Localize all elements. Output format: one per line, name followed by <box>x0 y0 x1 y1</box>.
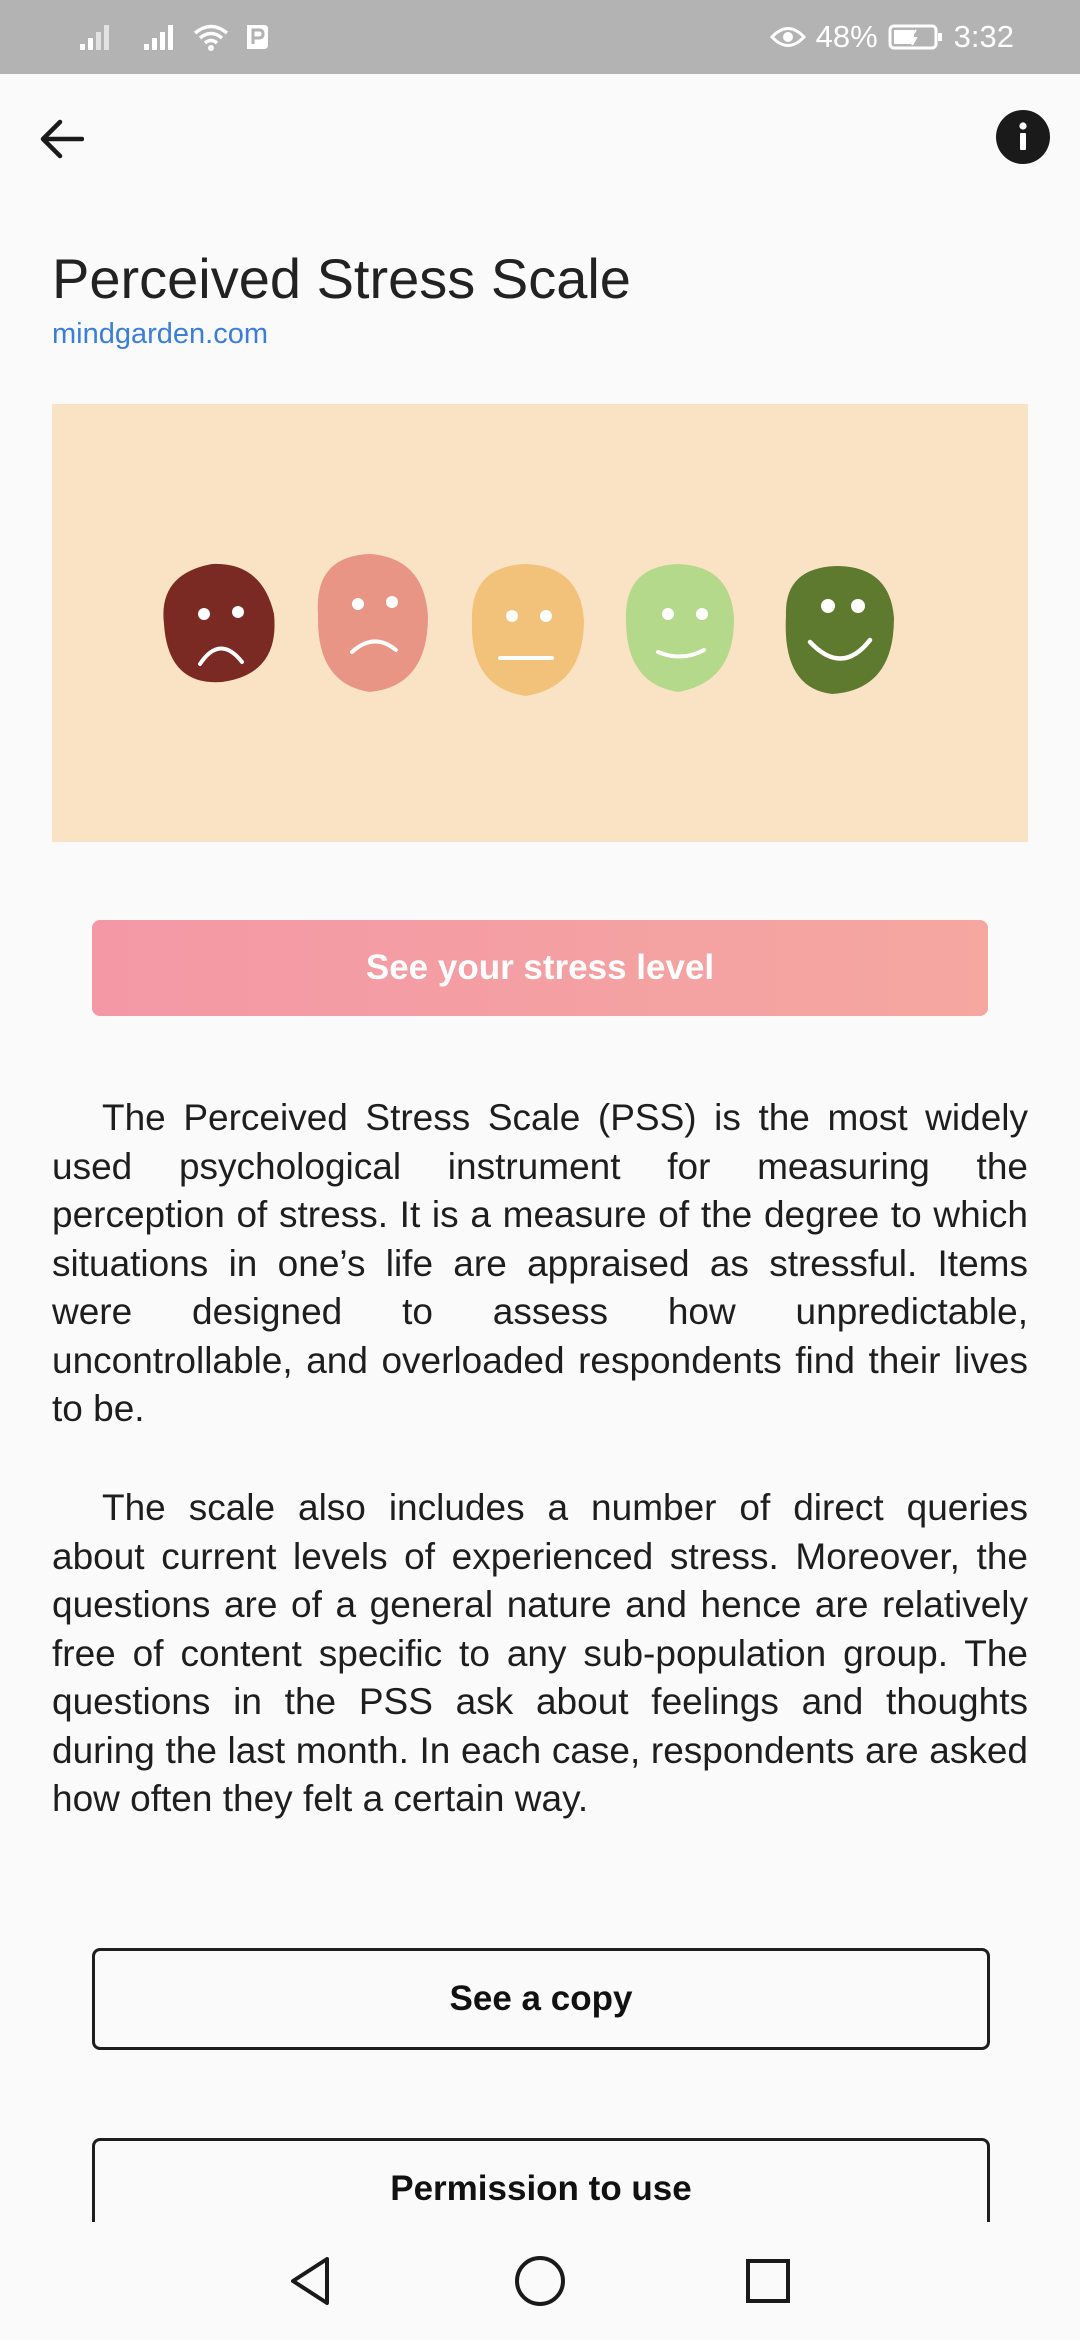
parking-icon <box>247 25 268 49</box>
nav-home-button[interactable] <box>480 2222 600 2340</box>
back-button[interactable] <box>26 104 96 174</box>
battery-icon <box>888 24 942 50</box>
wifi-icon <box>193 24 229 51</box>
see-copy-button[interactable]: See a copy <box>92 1948 990 2050</box>
nav-back-button[interactable] <box>250 2222 370 2340</box>
clock: 3:32 <box>953 19 1014 54</box>
status-left-icons <box>78 0 270 74</box>
app-bar <box>0 74 1080 198</box>
info-icon <box>1019 122 1027 150</box>
very-sad-face-icon <box>163 563 275 683</box>
signal-icon <box>80 25 109 50</box>
source-link[interactable]: mindgarden.com <box>52 318 268 351</box>
description-paragraph-1: The Perceived Stress Scale (PSS) is the … <box>52 1097 1028 1429</box>
see-stress-level-button[interactable]: See your stress level <box>92 920 988 1016</box>
system-nav-bar <box>0 2222 1080 2340</box>
description-paragraph-2: The scale also includes a number of dire… <box>52 1487 1028 1819</box>
page-title: Perceived Stress Scale <box>52 247 631 310</box>
home-circle-icon <box>515 2256 565 2306</box>
recents-square-icon <box>746 2259 790 2303</box>
eye-icon <box>769 27 806 47</box>
battery-percent: 48% <box>815 19 878 54</box>
status-right: 48% 3:32 <box>769 0 1014 74</box>
signal-icon <box>144 25 173 50</box>
arrow-left-icon <box>40 119 84 159</box>
stress-faces-image <box>52 404 1028 842</box>
sad-face-icon <box>317 554 428 692</box>
status-bar: 48% 3:32 <box>0 0 1080 74</box>
info-button[interactable] <box>996 110 1050 164</box>
back-triangle-icon <box>291 2257 329 2305</box>
nav-recents-button[interactable] <box>708 2222 828 2340</box>
